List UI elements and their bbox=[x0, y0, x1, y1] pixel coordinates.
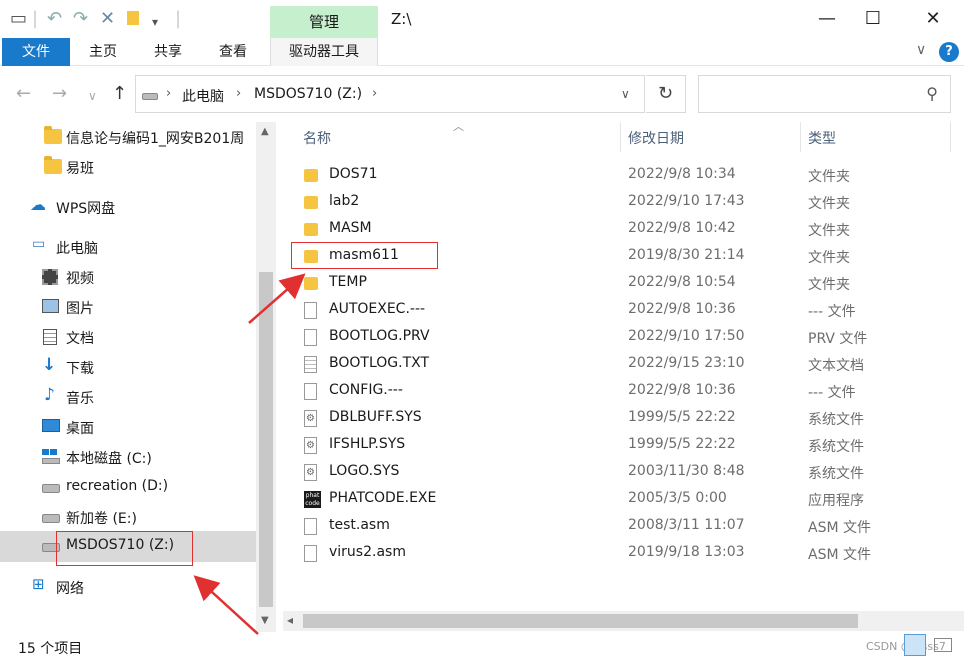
arrow-to-drive-z bbox=[193, 575, 259, 635]
annotation-arrows bbox=[193, 273, 306, 635]
arrow-to-masm611 bbox=[248, 273, 306, 324]
